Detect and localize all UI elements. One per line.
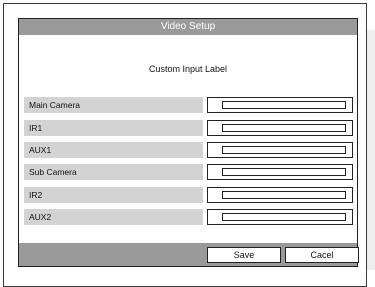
input-field-frame <box>207 164 353 180</box>
section-heading: Custom Input Label <box>148 64 228 74</box>
aux2-label-input[interactable] <box>222 213 346 221</box>
sub-camera-label-input[interactable] <box>222 168 346 176</box>
scrollbar-track <box>367 30 375 270</box>
main-camera-label-input[interactable] <box>222 101 346 109</box>
input-field-frame <box>207 120 353 136</box>
video-setup-dialog: Video Setup Custom Input Label Main Came… <box>18 18 359 267</box>
dialog-footer: Save Cacel <box>19 243 359 266</box>
input-field-frame <box>207 187 353 203</box>
input-row-aux2: AUX2 <box>19 209 357 225</box>
input-label: IR1 <box>24 120 203 136</box>
aux1-label-input[interactable] <box>222 146 346 154</box>
ir2-label-input[interactable] <box>222 191 346 199</box>
input-row-ir1: IR1 <box>19 120 357 136</box>
input-field-frame <box>207 97 353 113</box>
input-row-aux1: AUX1 <box>19 142 357 158</box>
input-label: Main Camera <box>24 97 203 113</box>
dialog-title: Video Setup <box>19 19 357 35</box>
input-row-ir2: IR2 <box>19 187 357 203</box>
ir1-label-input[interactable] <box>222 124 346 132</box>
input-field-frame <box>207 209 353 225</box>
cancel-button[interactable]: Cacel <box>285 247 359 263</box>
input-field-frame <box>207 142 353 158</box>
input-row-main-camera: Main Camera <box>19 97 357 113</box>
input-row-sub-camera: Sub Camera <box>19 164 357 180</box>
save-button[interactable]: Save <box>207 247 281 263</box>
input-label: IR2 <box>24 187 203 203</box>
input-label: Sub Camera <box>24 164 203 180</box>
input-label: AUX1 <box>24 142 203 158</box>
input-label: AUX2 <box>24 209 203 225</box>
